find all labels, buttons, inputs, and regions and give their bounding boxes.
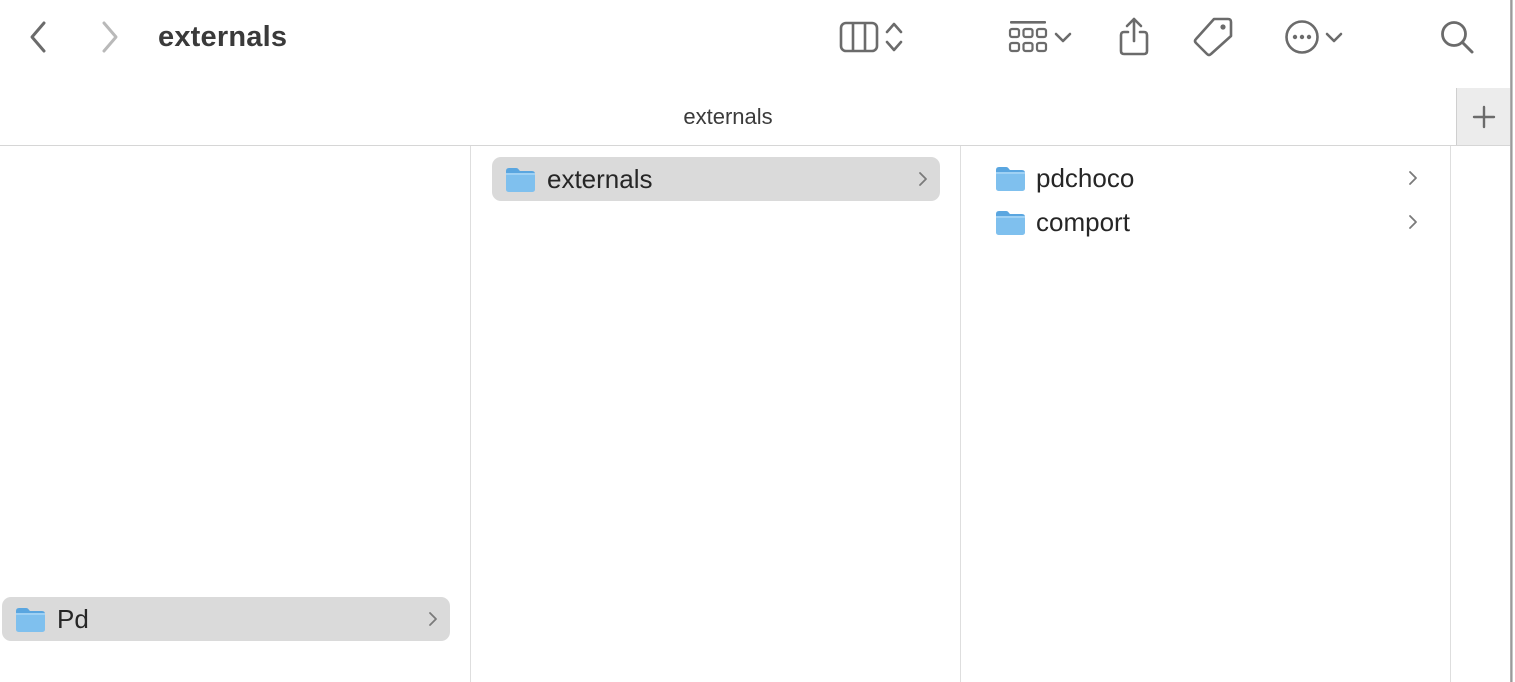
chevron-left-icon bbox=[30, 21, 46, 53]
more-actions-button[interactable] bbox=[1276, 16, 1352, 58]
window-title: externals bbox=[158, 21, 288, 53]
column-divider[interactable] bbox=[1450, 146, 1451, 682]
folder-label: externals bbox=[547, 164, 653, 194]
list-item[interactable]: comport bbox=[982, 200, 1430, 244]
folder-icon bbox=[16, 608, 45, 632]
chevron-down-icon bbox=[1325, 32, 1343, 43]
column-divider[interactable] bbox=[960, 146, 961, 682]
tab-externals[interactable]: externals bbox=[0, 88, 1456, 145]
folder-label: pdchoco bbox=[1036, 163, 1135, 193]
column-view-icon bbox=[839, 21, 879, 53]
new-tab-button[interactable] bbox=[1456, 88, 1511, 145]
folder-label: Pd bbox=[57, 604, 89, 634]
folder-label: comport bbox=[1036, 207, 1130, 237]
view-switch-arrows-icon bbox=[885, 22, 903, 52]
folder-icon bbox=[996, 211, 1025, 235]
tag-icon bbox=[1193, 17, 1233, 57]
chevron-right-icon bbox=[429, 612, 437, 626]
list-item[interactable]: Pd bbox=[2, 597, 450, 641]
chevron-down-icon bbox=[1054, 32, 1072, 43]
tag-button[interactable] bbox=[1190, 14, 1236, 58]
chevron-right-icon bbox=[102, 21, 118, 53]
folder-icon bbox=[506, 168, 535, 192]
folder-icon bbox=[996, 167, 1025, 191]
tab-bar: externals bbox=[0, 88, 1511, 146]
toolbar: externals bbox=[0, 0, 1510, 76]
icon-grid-icon bbox=[1008, 21, 1048, 53]
search-button[interactable] bbox=[1436, 16, 1478, 58]
list-item[interactable]: externals bbox=[492, 157, 940, 201]
group-by-button[interactable] bbox=[1000, 16, 1080, 58]
share-icon bbox=[1119, 17, 1149, 56]
plus-icon bbox=[1472, 105, 1496, 128]
share-button[interactable] bbox=[1114, 14, 1154, 58]
chevron-right-icon bbox=[1409, 215, 1417, 229]
more-ellipsis-icon bbox=[1285, 20, 1319, 54]
chevron-right-icon bbox=[919, 172, 927, 186]
column-divider[interactable] bbox=[470, 146, 471, 682]
forward-button[interactable] bbox=[94, 18, 126, 56]
chevron-right-icon bbox=[1409, 171, 1417, 185]
window-edge bbox=[1510, 0, 1515, 682]
view-mode-button[interactable] bbox=[830, 16, 914, 58]
back-button[interactable] bbox=[22, 18, 54, 56]
search-icon bbox=[1441, 21, 1474, 54]
list-item[interactable]: pdchoco bbox=[982, 156, 1430, 200]
